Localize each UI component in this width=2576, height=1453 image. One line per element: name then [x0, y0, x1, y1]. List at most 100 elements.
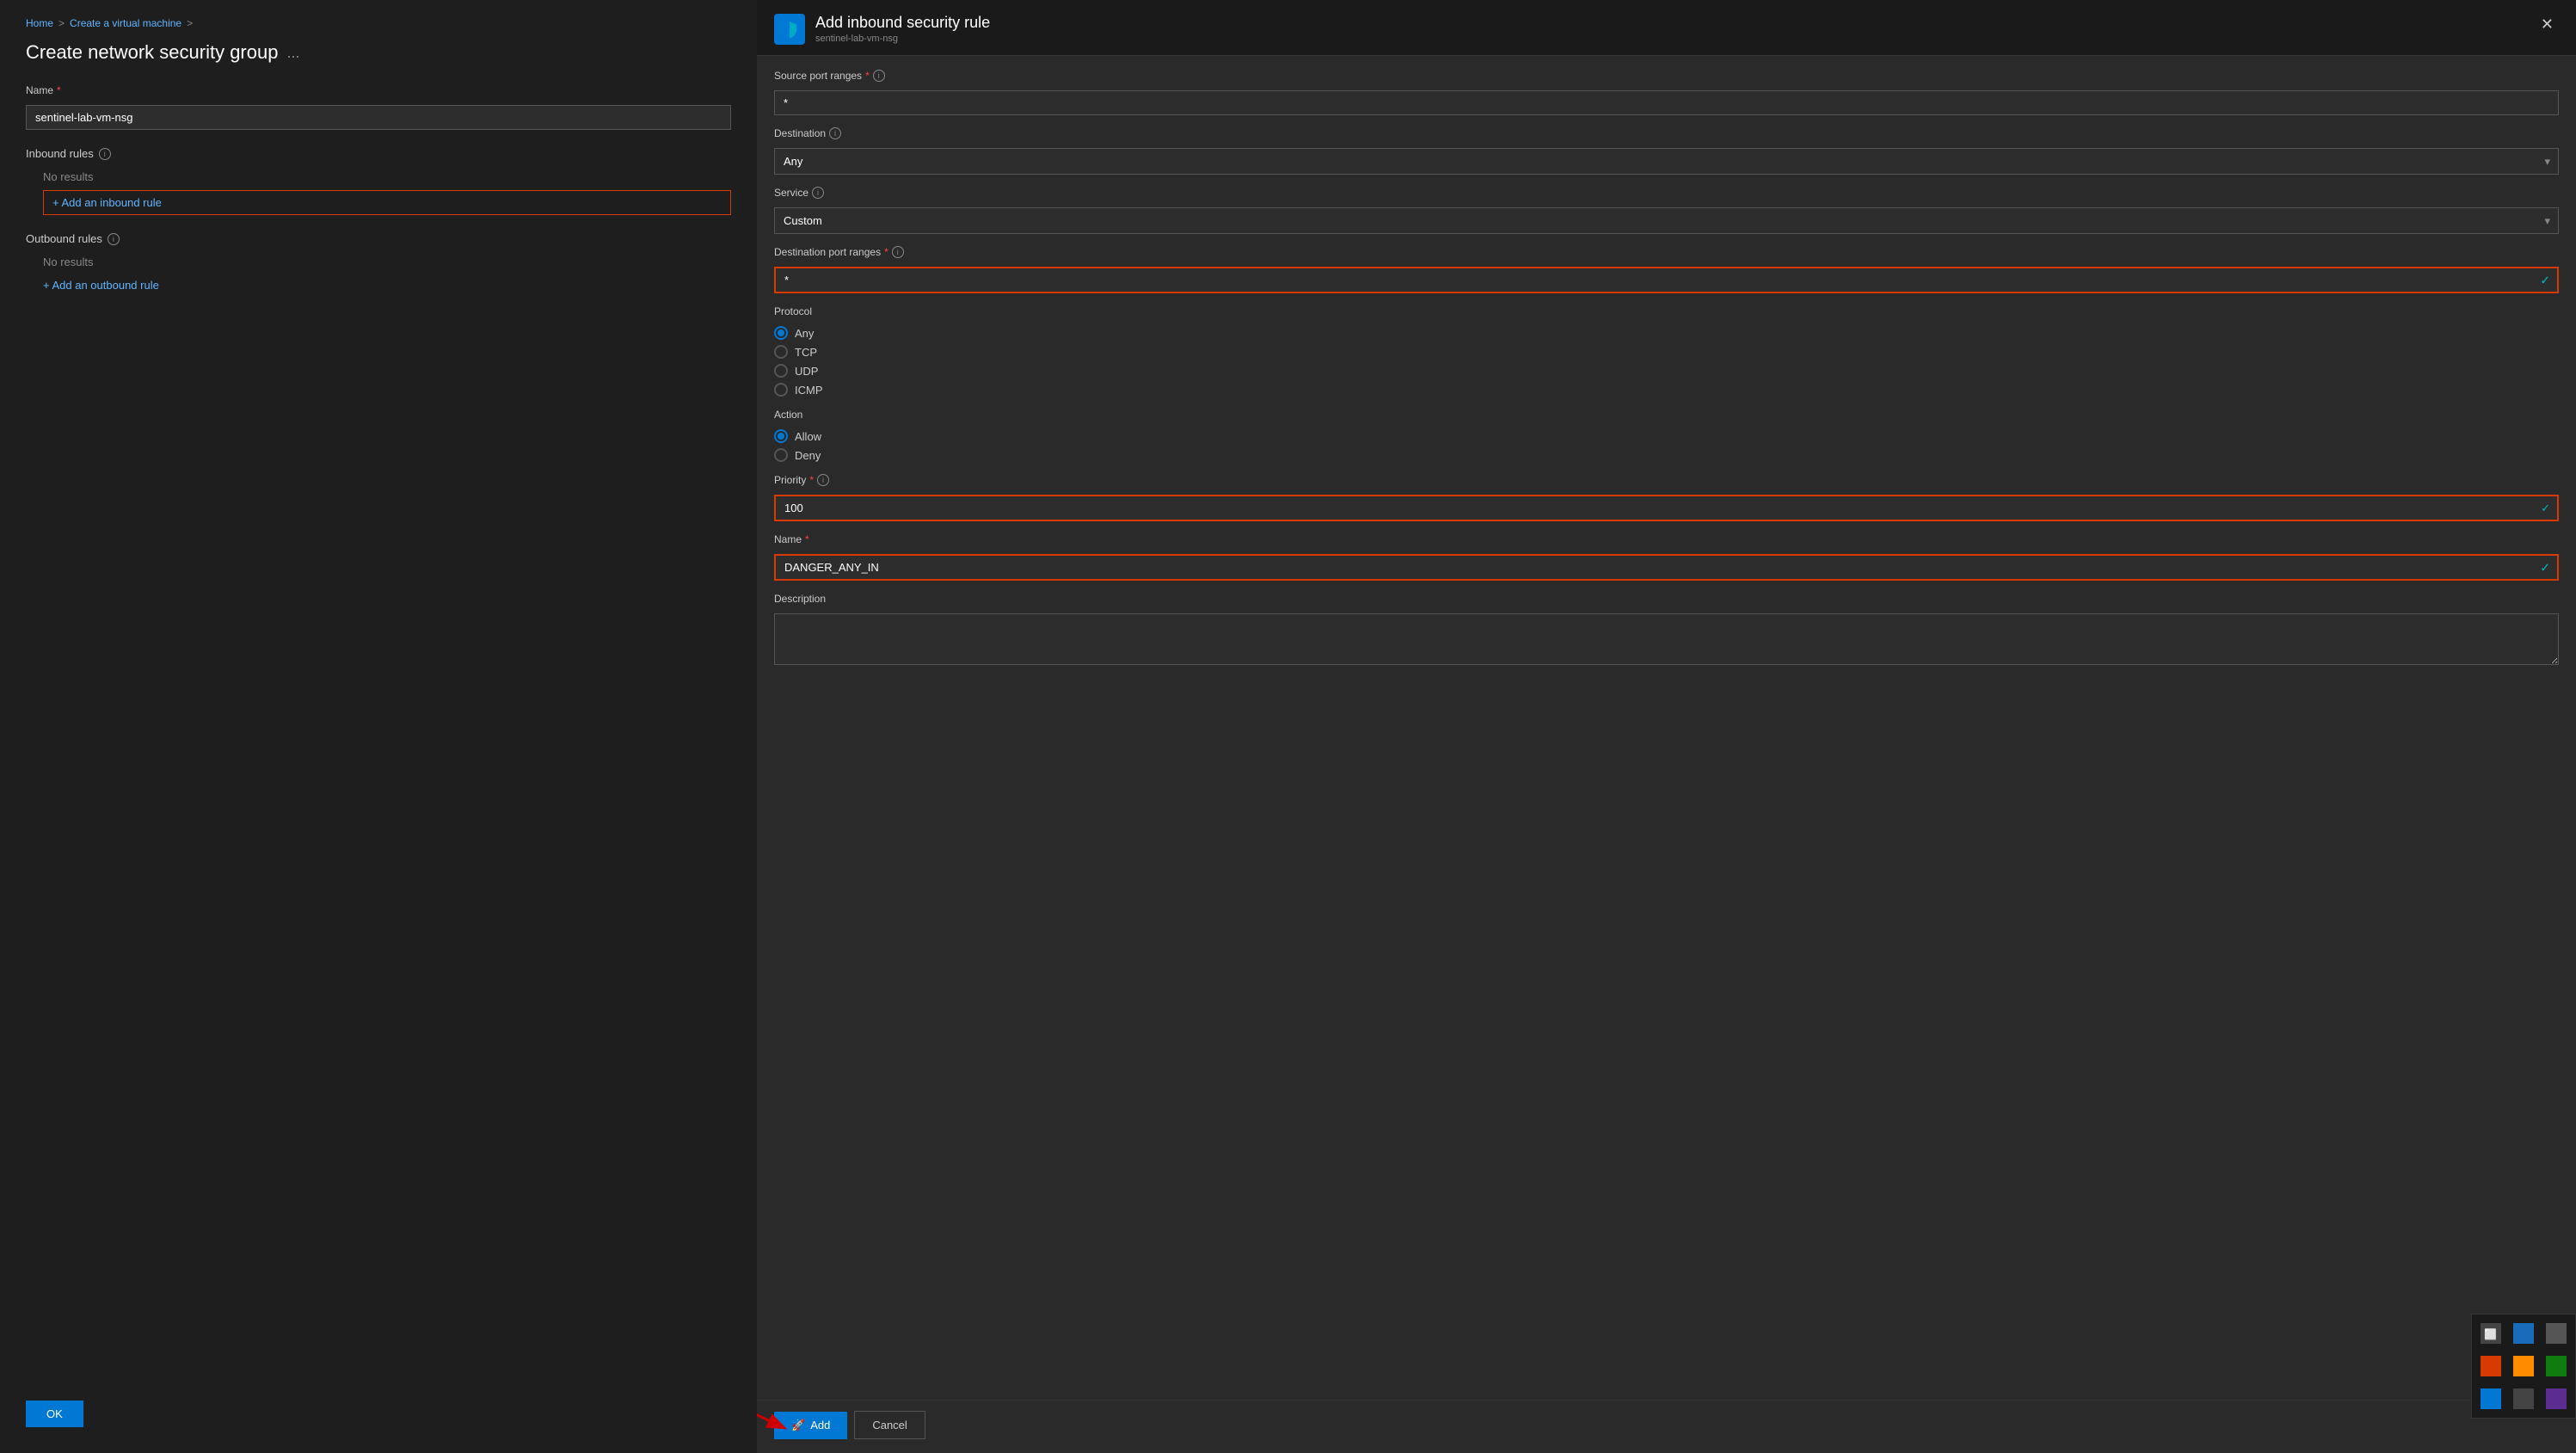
- icon-cell-2[interactable]: [2508, 1318, 2539, 1349]
- protocol-any-radio[interactable]: Any: [774, 326, 2559, 340]
- left-panel: Home > Create a virtual machine > Create…: [0, 0, 757, 1453]
- priority-group: Priority * i ✓: [774, 474, 2559, 521]
- destination-select[interactable]: AnyIP AddressesService TagApplication se…: [774, 148, 2559, 175]
- panel-body: Source port ranges * i Destination i Any…: [757, 56, 2576, 1400]
- protocol-udp-label: UDP: [795, 365, 818, 378]
- action-radio-group: Allow Deny: [774, 429, 2559, 462]
- rule-name-group: Name * ✓: [774, 533, 2559, 581]
- azure-shield-icon: [774, 14, 805, 45]
- breadcrumb-home[interactable]: Home: [26, 17, 53, 29]
- rule-name-check-icon: ✓: [2540, 560, 2550, 575]
- priority-input[interactable]: [774, 495, 2559, 521]
- description-group: Description: [774, 593, 2559, 665]
- breadcrumb-sep1: >: [58, 17, 65, 29]
- protocol-icmp-circle: [774, 383, 788, 397]
- name-required: *: [57, 84, 61, 96]
- rule-name-label: Name *: [774, 533, 2559, 545]
- destination-info-icon[interactable]: i: [829, 127, 841, 139]
- protocol-udp-radio[interactable]: UDP: [774, 364, 2559, 378]
- destination-select-wrapper: AnyIP AddressesService TagApplication se…: [774, 148, 2559, 175]
- ok-button[interactable]: OK: [26, 1401, 83, 1427]
- protocol-label: Protocol: [774, 305, 2559, 317]
- source-port-input[interactable]: [774, 90, 2559, 115]
- name-label: Name *: [26, 84, 731, 96]
- priority-wrapper: ✓: [774, 495, 2559, 521]
- breadcrumb: Home > Create a virtual machine >: [26, 17, 731, 29]
- service-select-wrapper: CustomHTTPHTTPSSSHRDP ▾: [774, 207, 2559, 234]
- inbound-rules-header: Inbound rules i: [26, 147, 731, 160]
- action-allow-circle: [774, 429, 788, 443]
- outbound-rules-header: Outbound rules i: [26, 232, 731, 245]
- add-inbound-rule-button[interactable]: + Add an inbound rule: [43, 190, 731, 215]
- service-label: Service i: [774, 187, 2559, 199]
- service-info-icon[interactable]: i: [812, 187, 824, 199]
- action-deny-radio[interactable]: Deny: [774, 448, 2559, 462]
- source-port-label: Source port ranges * i: [774, 70, 2559, 82]
- service-group: Service i CustomHTTPHTTPSSSHRDP ▾: [774, 187, 2559, 234]
- protocol-tcp-circle: [774, 345, 788, 359]
- inbound-no-results: No results: [26, 167, 731, 190]
- panel-footer: 🚀 Add Cancel ⬜: [757, 1400, 2576, 1453]
- cancel-button[interactable]: Cancel: [854, 1411, 925, 1439]
- svg-text:⬜: ⬜: [2484, 1328, 2497, 1340]
- right-panel: Add inbound security rule sentinel-lab-v…: [757, 0, 2576, 1453]
- action-allow-radio[interactable]: Allow: [774, 429, 2559, 443]
- rule-name-input[interactable]: [774, 554, 2559, 581]
- page-title: Create network security group ...: [26, 41, 731, 64]
- icon-cell-7[interactable]: [2475, 1383, 2506, 1414]
- action-group: Action Allow Deny: [774, 409, 2559, 462]
- dest-port-wrapper: ✓: [774, 267, 2559, 293]
- inbound-info-icon[interactable]: i: [99, 148, 111, 160]
- dest-port-check-icon: ✓: [2540, 273, 2550, 287]
- name-input[interactable]: [26, 105, 731, 130]
- dest-port-info-icon[interactable]: i: [892, 246, 904, 258]
- protocol-udp-circle: [774, 364, 788, 378]
- icon-cell-6[interactable]: [2541, 1351, 2572, 1382]
- icon-cell-3[interactable]: [2541, 1318, 2572, 1349]
- panel-header: Add inbound security rule sentinel-lab-v…: [757, 0, 2576, 56]
- add-rocket-icon: 🚀: [791, 1419, 805, 1432]
- protocol-icmp-radio[interactable]: ICMP: [774, 383, 2559, 397]
- rule-name-wrapper: ✓: [774, 554, 2559, 581]
- breadcrumb-sep2: >: [187, 17, 193, 29]
- dest-port-label: Destination port ranges * i: [774, 246, 2559, 258]
- protocol-any-label: Any: [795, 327, 814, 340]
- outbound-no-results: No results: [26, 252, 731, 275]
- panel-subtitle: sentinel-lab-vm-nsg: [815, 34, 990, 44]
- service-select[interactable]: CustomHTTPHTTPSSSHRDP: [774, 207, 2559, 234]
- action-deny-label: Deny: [795, 449, 821, 462]
- panel-title: Add inbound security rule: [815, 14, 990, 32]
- action-deny-circle: [774, 448, 788, 462]
- description-textarea[interactable]: [774, 613, 2559, 665]
- description-label: Description: [774, 593, 2559, 605]
- priority-label: Priority * i: [774, 474, 2559, 486]
- add-outbound-rule-button[interactable]: + Add an outbound rule: [43, 275, 731, 295]
- breadcrumb-create-vm[interactable]: Create a virtual machine: [70, 17, 181, 29]
- name-field-group: Name *: [26, 84, 731, 130]
- icon-cell-8[interactable]: [2508, 1383, 2539, 1414]
- icon-cell-5[interactable]: [2508, 1351, 2539, 1382]
- icon-cell-4[interactable]: [2475, 1351, 2506, 1382]
- add-button[interactable]: 🚀 Add: [774, 1412, 847, 1439]
- icon-cell-9[interactable]: [2541, 1383, 2572, 1414]
- protocol-tcp-label: TCP: [795, 346, 817, 359]
- priority-info-icon[interactable]: i: [817, 474, 829, 486]
- action-allow-label: Allow: [795, 430, 821, 443]
- protocol-radio-group: Any TCP UDP ICMP: [774, 326, 2559, 397]
- source-port-group: Source port ranges * i: [774, 70, 2559, 115]
- dest-port-input[interactable]: [774, 267, 2559, 293]
- source-port-info-icon[interactable]: i: [873, 70, 885, 82]
- protocol-icmp-label: ICMP: [795, 384, 823, 397]
- protocol-group: Protocol Any TCP UDP ICMP: [774, 305, 2559, 397]
- protocol-tcp-radio[interactable]: TCP: [774, 345, 2559, 359]
- protocol-any-circle: [774, 326, 788, 340]
- destination-label: Destination i: [774, 127, 2559, 139]
- panel-header-left: Add inbound security rule sentinel-lab-v…: [774, 14, 990, 45]
- destination-group: Destination i AnyIP AddressesService Tag…: [774, 127, 2559, 175]
- more-options-icon[interactable]: ...: [286, 44, 299, 62]
- dest-port-group: Destination port ranges * i ✓: [774, 246, 2559, 293]
- icon-cell-1[interactable]: ⬜: [2475, 1318, 2506, 1349]
- close-button[interactable]: ✕: [2536, 14, 2559, 35]
- outbound-info-icon[interactable]: i: [108, 233, 120, 245]
- icon-grid: ⬜: [2471, 1314, 2576, 1419]
